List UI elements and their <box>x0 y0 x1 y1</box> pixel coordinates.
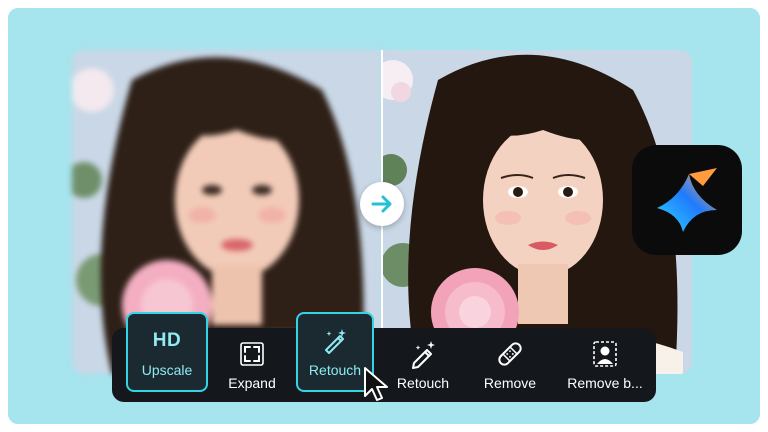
pencil-sparkle-icon <box>412 341 435 369</box>
portrait-dashed-icon <box>593 341 617 367</box>
tool-upscale[interactable]: HD Upscale <box>126 312 208 392</box>
hd-icon: HD <box>152 330 182 351</box>
compare-arrow-button[interactable] <box>360 182 404 226</box>
tool-remove-background[interactable]: Remove b... <box>558 328 652 402</box>
tool-label: Remove <box>483 375 537 391</box>
bandage-icon <box>498 342 522 366</box>
tool-label: Upscale <box>141 362 193 378</box>
arrow-right-icon <box>371 195 392 213</box>
star-sparkle-logo-icon <box>657 168 717 232</box>
tool-label: Retouch <box>396 375 450 391</box>
expand-icon <box>240 342 264 366</box>
tool-label: Retouch <box>308 362 362 378</box>
app-logo <box>632 145 742 255</box>
magic-wand-icon <box>325 329 346 354</box>
mouse-cursor-icon <box>364 367 388 401</box>
tool-label: Remove b... <box>567 375 643 391</box>
tool-expand[interactable]: Expand <box>212 328 292 402</box>
tool-label: Expand <box>228 375 276 391</box>
canvas-frame: HD Upscale Expand Retouch Retouch Remove… <box>8 8 760 424</box>
tool-retouch[interactable]: Retouch <box>380 328 466 402</box>
tool-remove[interactable]: Remove <box>470 328 550 402</box>
